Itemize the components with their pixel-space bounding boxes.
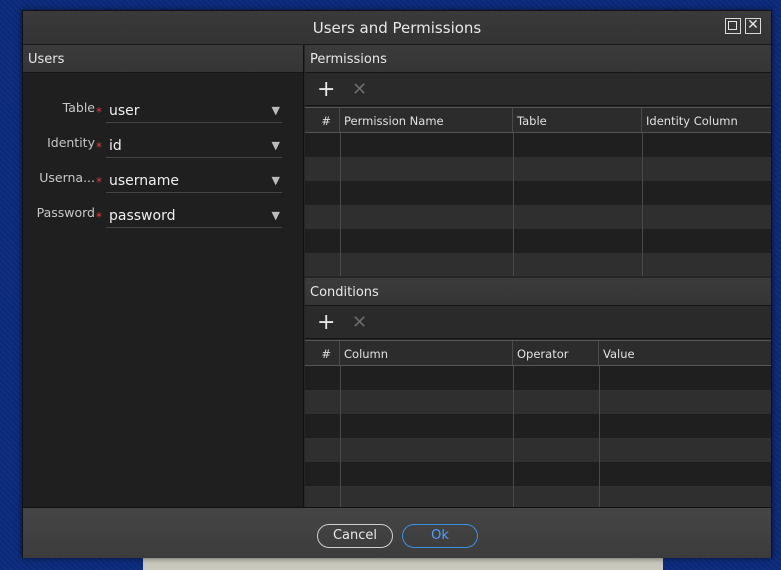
username-select[interactable]: username ▼ <box>106 165 282 193</box>
col-header-column[interactable]: Column <box>340 341 513 365</box>
chevron-down-icon: ▼ <box>271 209 280 222</box>
col-header-number[interactable]: # <box>305 341 340 365</box>
table-row[interactable] <box>305 181 771 205</box>
chevron-down-icon: ▼ <box>271 139 280 152</box>
permissions-header: Permissions <box>305 45 771 73</box>
permissions-table-header: # Permission Name Table Identity Column <box>305 108 771 133</box>
cancel-button[interactable]: Cancel <box>317 524 393 548</box>
identity-select[interactable]: id ▼ <box>106 130 282 158</box>
username-field: Userna... * username ▼ <box>23 161 303 195</box>
required-mark: * <box>96 175 102 189</box>
conditions-table-header: # Column Operator Value <box>305 341 771 366</box>
table-select[interactable]: user ▼ <box>106 95 282 123</box>
users-header: Users <box>23 45 303 73</box>
table-row[interactable] <box>305 366 771 390</box>
remove-condition-icon[interactable]: ✕ <box>352 312 367 333</box>
ok-button[interactable]: Ok <box>402 524 478 548</box>
chevron-down-icon: ▼ <box>271 104 280 117</box>
table-row[interactable] <box>305 205 771 229</box>
col-header-operator[interactable]: Operator <box>513 341 599 365</box>
password-field: Password * password ▼ <box>23 196 303 230</box>
column-divider <box>513 133 514 276</box>
table-row[interactable] <box>305 229 771 253</box>
maximize-icon[interactable] <box>725 18 741 34</box>
table-row[interactable] <box>305 133 771 157</box>
close-icon[interactable]: ✕ <box>745 18 761 34</box>
column-divider <box>642 133 643 276</box>
table-row[interactable] <box>305 390 771 414</box>
column-divider <box>599 366 600 508</box>
chevron-down-icon: ▼ <box>271 174 280 187</box>
table-row[interactable] <box>305 414 771 438</box>
table-row[interactable] <box>305 253 771 276</box>
password-label: Password <box>36 205 95 220</box>
required-mark: * <box>96 105 102 119</box>
col-header-identity-column[interactable]: Identity Column <box>642 108 771 132</box>
password-select[interactable]: password ▼ <box>106 200 282 228</box>
conditions-header: Conditions <box>305 278 771 306</box>
table-row[interactable] <box>305 157 771 181</box>
identity-field: Identity * id ▼ <box>23 126 303 160</box>
permissions-table: # Permission Name Table Identity Column <box>305 107 771 276</box>
add-permission-icon[interactable]: + <box>317 77 335 102</box>
table-field: Table * user ▼ <box>23 91 303 125</box>
permissions-toolbar: + ✕ <box>305 73 771 106</box>
users-permissions-dialog: Users and Permissions ✕ Users Table * us… <box>22 10 772 558</box>
dialog-title: Users and Permissions <box>312 19 482 37</box>
table-label: Table <box>62 100 95 115</box>
table-value: user <box>109 103 140 119</box>
identity-value: id <box>109 138 122 154</box>
table-row[interactable] <box>305 438 771 462</box>
table-row[interactable] <box>305 462 771 486</box>
dialog-footer: Cancel Ok <box>23 507 771 558</box>
column-divider <box>340 366 341 508</box>
table-row[interactable] <box>305 486 771 508</box>
identity-label: Identity <box>47 135 95 150</box>
required-mark: * <box>96 140 102 154</box>
required-mark: * <box>96 210 102 224</box>
col-header-number[interactable]: # <box>305 108 340 132</box>
conditions-table: # Column Operator Value <box>305 340 771 508</box>
remove-permission-icon[interactable]: ✕ <box>352 79 367 100</box>
conditions-toolbar: + ✕ <box>305 306 771 339</box>
username-label: Userna... <box>39 170 95 185</box>
add-condition-icon[interactable]: + <box>317 310 335 335</box>
column-divider <box>513 366 514 508</box>
right-area: Permissions + ✕ # Permission Name Table … <box>305 45 771 508</box>
col-header-permission-name[interactable]: Permission Name <box>340 108 513 132</box>
username-value: username <box>109 173 179 189</box>
col-header-table[interactable]: Table <box>513 108 642 132</box>
password-value: password <box>109 208 176 224</box>
users-panel: Users Table * user ▼ Identity * id ▼ Use… <box>23 45 304 507</box>
column-divider <box>340 133 341 276</box>
title-bar[interactable]: Users and Permissions ✕ <box>23 11 771 45</box>
col-header-value[interactable]: Value <box>599 341 771 365</box>
